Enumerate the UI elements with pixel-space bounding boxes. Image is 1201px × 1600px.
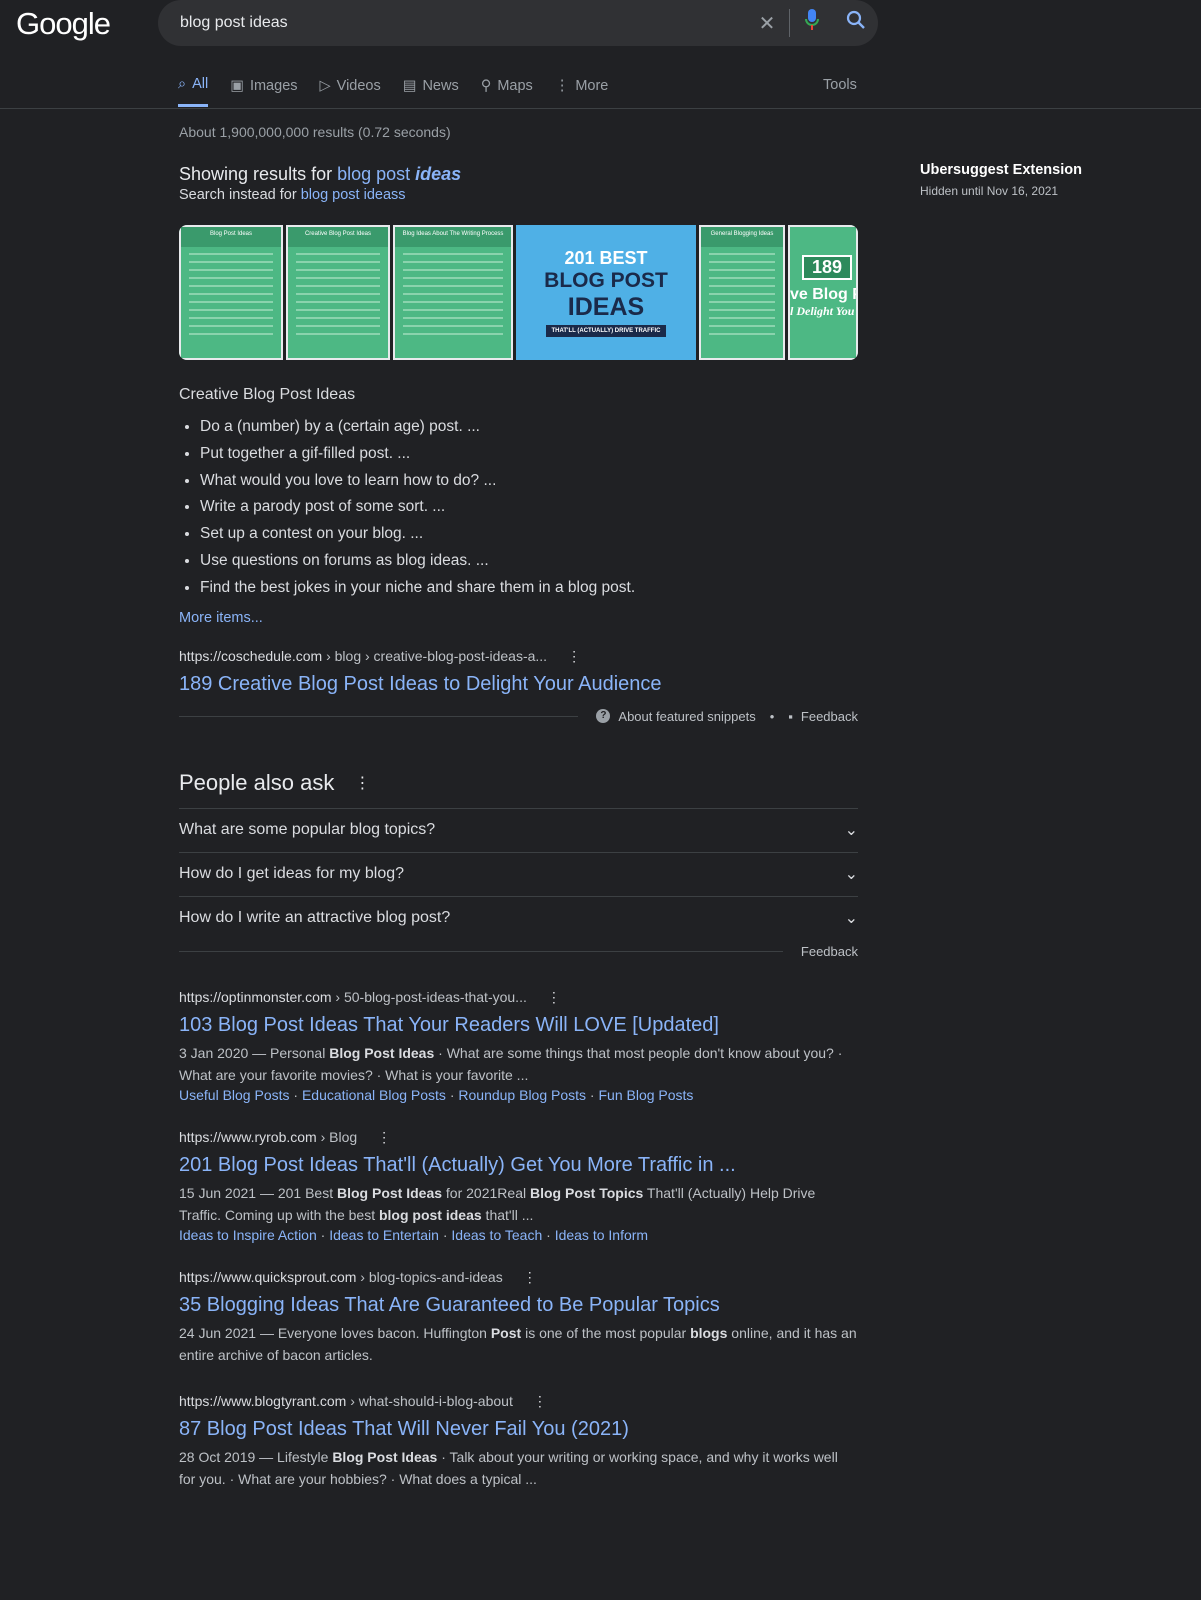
result-snippet: 28 Oct 2019 — Lifestyle Blog Post Ideas … bbox=[179, 1448, 838, 1488]
list-item: Do a (number) by a (certain age) post. .… bbox=[200, 414, 858, 441]
image-icon: ▣ bbox=[230, 77, 244, 94]
sitelink[interactable]: Fun Blog Posts bbox=[598, 1087, 693, 1103]
sitelink[interactable]: Educational Blog Posts bbox=[302, 1087, 446, 1103]
result-title-link[interactable]: 189 Creative Blog Post Ideas to Delight … bbox=[179, 669, 858, 699]
result-url: https://coschedule.com › blog › creative… bbox=[179, 647, 582, 665]
chevron-down-icon: ⌄ bbox=[844, 910, 858, 928]
more-options-icon[interactable]: ⋮ bbox=[377, 1129, 391, 1146]
list-item: Set up a contest on your blog. ... bbox=[200, 521, 858, 548]
search-instead: Search instead for blog post ideass bbox=[179, 187, 406, 203]
result-snippet: 3 Jan 2020 — Personal Blog Post Ideas · … bbox=[179, 1044, 843, 1084]
search-icon: ⌕ bbox=[178, 76, 187, 92]
result-snippet: 15 Jun 2021 — 201 Best Blog Post Ideas f… bbox=[179, 1184, 816, 1224]
organic-results: https://optinmonster.com › 50-blog-post-… bbox=[179, 989, 858, 1491]
sitelink[interactable]: Ideas to Inspire Action bbox=[179, 1227, 317, 1243]
more-options-icon[interactable]: ⋮ bbox=[547, 989, 561, 1006]
about-snippets-link[interactable]: About featured snippets bbox=[618, 709, 755, 724]
list-item: Find the best jokes in your niche and sh… bbox=[200, 575, 858, 602]
tab-videos[interactable]: ▷ Videos bbox=[320, 76, 381, 107]
sitelinks: Useful Blog Posts · Educational Blog Pos… bbox=[179, 1086, 694, 1103]
list-item: Write a parody post of some sort. ... bbox=[200, 494, 858, 521]
pin-icon: ⚲ bbox=[480, 77, 492, 94]
search-icon[interactable] bbox=[834, 10, 878, 36]
result-url: https://www.blogtyrant.com › what-should… bbox=[179, 1392, 547, 1410]
chevron-down-icon: ⌄ bbox=[844, 822, 858, 840]
feedback-icon: ▪ bbox=[788, 708, 793, 724]
google-logo[interactable]: Google bbox=[16, 6, 111, 42]
question-item[interactable]: How do I write an attractive blog post? ⌄ bbox=[179, 895, 858, 940]
image-thumbnail[interactable]: General Blogging Ideas bbox=[699, 225, 785, 360]
result-url: https://www.ryrob.com › Blog ⋮ bbox=[179, 1128, 392, 1146]
list-item: Put together a gif-filled post. ... bbox=[200, 441, 858, 468]
search-result: https://www.quicksprout.com › blog-topic… bbox=[179, 1269, 858, 1367]
chevron-down-icon: ⌄ bbox=[844, 866, 858, 884]
people-also-ask-heading: People also ask ⋮ bbox=[179, 769, 371, 795]
original-query-link[interactable]: blog post ideass bbox=[301, 187, 406, 203]
sitelink[interactable]: Ideas to Teach bbox=[451, 1227, 542, 1243]
image-thumbnail[interactable]: 189 ve Blog Po l Delight You bbox=[788, 225, 858, 360]
tab-more[interactable]: ⋮ More bbox=[555, 76, 609, 107]
more-items-link[interactable]: More items... bbox=[179, 610, 858, 626]
sitelink[interactable]: Useful Blog Posts bbox=[179, 1087, 290, 1103]
search-result: https://www.blogtyrant.com › what-should… bbox=[179, 1393, 858, 1491]
divider bbox=[179, 715, 579, 717]
clear-icon[interactable]: ✕ bbox=[745, 11, 789, 36]
question-item[interactable]: What are some popular blog topics? ⌄ bbox=[179, 807, 858, 852]
image-thumbnail[interactable]: Blog Post Ideas bbox=[179, 225, 283, 360]
sitelink[interactable]: Ideas to Inform bbox=[555, 1227, 648, 1243]
more-options-icon[interactable]: ⋮ bbox=[354, 773, 370, 793]
feedback-link[interactable]: Feedback bbox=[801, 709, 858, 724]
list-item: Use questions on forums as blog ideas. .… bbox=[200, 548, 858, 575]
news-icon: ▤ bbox=[402, 77, 417, 94]
feedback-link[interactable]: Feedback bbox=[801, 944, 858, 959]
list-item: What would you love to learn how to do? … bbox=[200, 468, 858, 495]
tab-all[interactable]: ⌕ All bbox=[178, 76, 209, 107]
microphone-icon[interactable] bbox=[790, 9, 834, 37]
play-icon: ▷ bbox=[319, 77, 331, 94]
tab-news[interactable]: ▤ News bbox=[403, 76, 459, 107]
search-input[interactable] bbox=[180, 14, 745, 32]
tab-images[interactable]: ▣ Images bbox=[230, 76, 297, 107]
search-result: https://www.ryrob.com › Blog ⋮ 201 Blog Po… bbox=[179, 1129, 858, 1243]
search-tabs: ⌕ All ▣ Images ▷ Videos ▤ News ⚲ Maps ⋮ More bbox=[178, 76, 608, 107]
snippet-footer: ? About featured snippets • ▪ Feedback bbox=[179, 709, 858, 724]
image-thumbnail[interactable]: Creative Blog Post Ideas bbox=[286, 225, 390, 360]
people-also-ask: What are some popular blog topics? ⌄ How … bbox=[179, 807, 858, 940]
result-snippet: 24 Jun 2021 — Everyone loves bacon. Huff… bbox=[179, 1324, 857, 1364]
search-result: https://optinmonster.com › 50-blog-post-… bbox=[179, 989, 858, 1103]
results-column: About 1,900,000,000 results (0.72 second… bbox=[179, 124, 858, 1491]
result-stats: About 1,900,000,000 results (0.72 second… bbox=[179, 124, 451, 140]
extension-status: Hidden until Nov 16, 2021 bbox=[920, 184, 1059, 198]
result-title-link[interactable]: 103 Blog Post Ideas That Your Readers Wi… bbox=[179, 1010, 858, 1040]
result-title-link[interactable]: 201 Blog Post Ideas That'll (Actually) G… bbox=[179, 1150, 858, 1180]
sitelinks: Ideas to Inspire Action · Ideas to Enter… bbox=[179, 1226, 649, 1243]
corrected-query-link[interactable]: blog post ideas bbox=[337, 164, 461, 184]
more-options-icon[interactable]: ⋮ bbox=[567, 648, 581, 665]
image-thumbnail[interactable]: Blog Ideas About The Writing Process bbox=[393, 225, 513, 360]
sitelink[interactable]: Ideas to Entertain bbox=[329, 1227, 439, 1243]
snippet-list: Do a (number) by a (certain age) post. .… bbox=[179, 414, 858, 602]
tab-maps[interactable]: ⚲ Maps bbox=[481, 76, 533, 107]
image-carousel: Blog Post Ideas Creative Blog Post Ideas… bbox=[179, 225, 858, 360]
snippet-heading: Creative Blog Post Ideas bbox=[179, 386, 356, 403]
spelling-correction: Showing results for blog post ideas bbox=[179, 164, 462, 184]
sitelink[interactable]: Roundup Blog Posts bbox=[458, 1087, 586, 1103]
result-title-link[interactable]: 35 Blogging Ideas That Are Guaranteed to… bbox=[179, 1290, 858, 1320]
more-options-icon[interactable]: ⋮ bbox=[533, 1393, 547, 1410]
question-item[interactable]: How do I get ideas for my blog? ⌄ bbox=[179, 851, 858, 896]
image-thumbnail[interactable]: 201 BEST BLOG POST IDEAS THAT'LL (ACTUAL… bbox=[516, 225, 696, 360]
result-url: https://optinmonster.com › 50-blog-post-… bbox=[179, 988, 561, 1006]
paa-footer: Feedback bbox=[179, 944, 858, 959]
extension-panel: Ubersuggest Extension Hidden until Nov 1… bbox=[920, 162, 1082, 198]
dots-icon: ⋮ bbox=[554, 77, 570, 94]
divider bbox=[0, 108, 1201, 109]
search-bar: ✕ bbox=[158, 0, 878, 46]
more-options-icon[interactable]: ⋮ bbox=[523, 1269, 537, 1286]
help-icon: ? bbox=[596, 709, 611, 724]
extension-title: Ubersuggest Extension bbox=[920, 162, 1082, 178]
result-title-link[interactable]: 87 Blog Post Ideas That Will Never Fail … bbox=[179, 1414, 858, 1444]
tools-button[interactable]: Tools bbox=[823, 77, 857, 93]
divider bbox=[179, 950, 783, 952]
result-url: https://www.quicksprout.com › blog-topic… bbox=[179, 1268, 537, 1286]
